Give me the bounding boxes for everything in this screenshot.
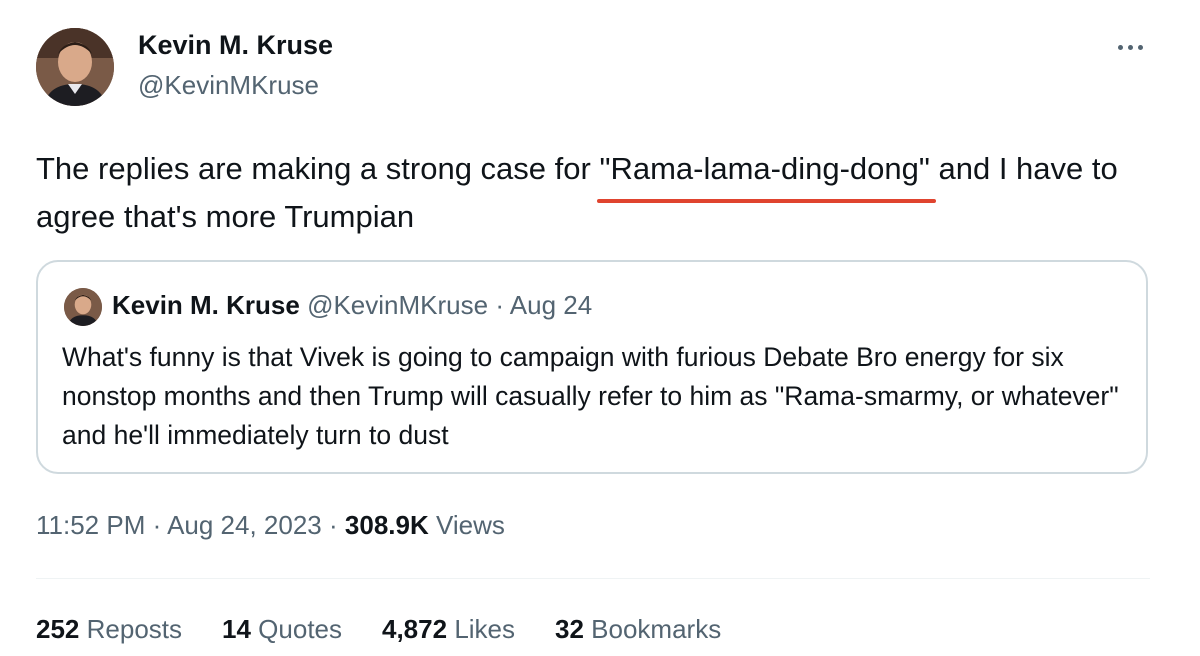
- reposts-count: 252: [36, 614, 80, 644]
- author-handle[interactable]: @KevinMKruse: [138, 70, 319, 101]
- red-underline: [597, 199, 936, 203]
- quote-date: Aug 24: [509, 290, 593, 320]
- quote-separator: ·: [495, 290, 504, 320]
- more-dot-icon: [1127, 44, 1133, 50]
- quote-author-name: Kevin M. Kruse: [112, 290, 300, 320]
- likes-label: Likes: [454, 614, 516, 644]
- meta-separator: ·: [329, 510, 338, 540]
- bookmarks-stat[interactable]: 32 Bookmarks: [555, 614, 721, 645]
- bookmarks-label: Bookmarks: [591, 614, 722, 644]
- author-name[interactable]: Kevin M. Kruse: [138, 30, 333, 61]
- quote-text: What's funny is that Vivek is going to c…: [62, 342, 1119, 450]
- more-dot-icon: [1137, 44, 1143, 50]
- more-options-button[interactable]: [1110, 32, 1150, 62]
- tweet-text-highlight: "Rama-lama-ding-dong": [597, 145, 936, 203]
- reposts-stat[interactable]: 252 Reposts: [36, 614, 182, 645]
- highlight-phrase: "Rama-lama-ding-dong": [599, 151, 930, 186]
- tweet: Kevin M. Kruse @KevinMKruse The replies …: [0, 0, 1200, 656]
- reposts-label: Reposts: [86, 614, 183, 644]
- bookmarks-count: 32: [555, 614, 584, 644]
- quote-author-avatar: [64, 288, 102, 326]
- tweet-text: The replies are making a strong case for…: [36, 145, 1156, 241]
- quotes-stat[interactable]: 14 Quotes: [222, 614, 342, 645]
- tweet-time[interactable]: 11:52 PM: [36, 510, 145, 540]
- author-avatar[interactable]: [36, 28, 114, 106]
- likes-count: 4,872: [382, 614, 448, 644]
- more-dot-icon: [1117, 44, 1123, 50]
- tweet-meta: 11:52 PM · Aug 24, 2023 · 308.9K Views: [36, 510, 505, 541]
- quote-tweet-card[interactable]: Kevin M. Kruse @KevinMKruse · Aug 24 Wha…: [36, 260, 1148, 474]
- engagement-stats: 252 Reposts 14 Quotes 4,872 Likes 32 Boo…: [36, 614, 721, 645]
- likes-stat[interactable]: 4,872 Likes: [382, 614, 515, 645]
- quote-author-handle: @KevinMKruse: [307, 290, 489, 320]
- quotes-count: 14: [222, 614, 251, 644]
- views-label: Views: [435, 510, 505, 540]
- quote-header: Kevin M. Kruse @KevinMKruse · Aug 24: [112, 290, 592, 321]
- tweet-text-start: The replies are making a strong case for: [36, 151, 600, 186]
- tweet-date[interactable]: Aug 24, 2023: [167, 510, 322, 540]
- divider: [36, 578, 1150, 579]
- meta-separator: ·: [152, 510, 162, 540]
- quotes-label: Quotes: [258, 614, 342, 644]
- views-count: 308.9K: [344, 510, 429, 540]
